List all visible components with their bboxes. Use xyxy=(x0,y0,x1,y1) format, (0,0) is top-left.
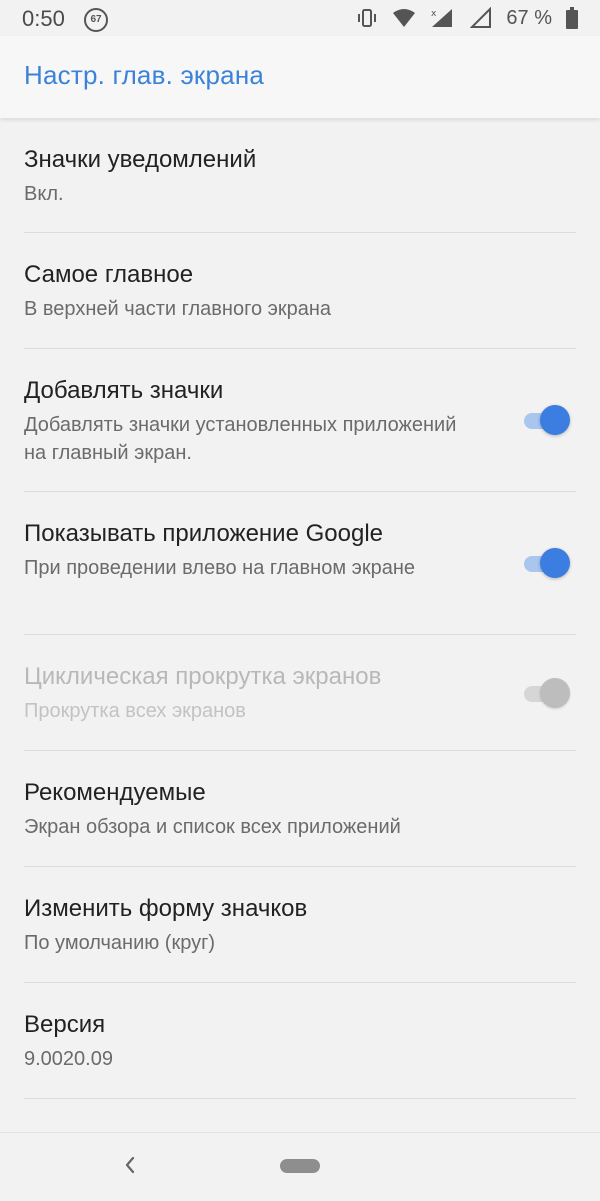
setting-title: Значки уведомлений xyxy=(24,146,257,173)
svg-text:x: x xyxy=(431,9,437,19)
setting-title: Изменить форму значков xyxy=(24,895,308,922)
back-icon[interactable] xyxy=(118,1153,142,1177)
vibrate-icon xyxy=(356,7,378,29)
setting-show-google-app[interactable]: Показывать приложение Google При проведе… xyxy=(0,492,600,635)
home-pill-icon[interactable] xyxy=(280,1159,320,1173)
setting-title: Циклическая прокрутка экранов xyxy=(24,663,382,690)
setting-add-icons[interactable]: Добавлять значки Добавлять значки устано… xyxy=(0,349,600,492)
setting-summary: Вкл. xyxy=(24,183,64,205)
navigation-bar xyxy=(0,1132,600,1201)
setting-icon-shape[interactable]: Изменить форму значков По умолчанию (кру… xyxy=(0,867,600,983)
page-title: Настр. глав. экрана xyxy=(24,60,265,90)
show-google-app-toggle[interactable] xyxy=(524,548,570,578)
add-icons-toggle[interactable] xyxy=(524,405,570,435)
signal-no-data-icon: x xyxy=(430,7,456,29)
settings-list: Значки уведомлений Вкл. Самое главное В … xyxy=(0,118,600,1099)
setting-suggestions[interactable]: Рекомендуемые Экран обзора и список всех… xyxy=(0,751,600,867)
setting-cyclic-scroll: Циклическая прокрутка экранов Прокрутка … xyxy=(0,635,600,751)
cyclic-scroll-toggle xyxy=(524,678,570,708)
wifi-icon xyxy=(392,8,416,28)
setting-at-a-glance[interactable]: Самое главное В верхней части главного э… xyxy=(0,233,600,349)
toggle-thumb xyxy=(540,405,570,435)
signal-empty-icon xyxy=(470,7,492,29)
divider xyxy=(24,1098,576,1099)
setting-summary: Добавлять значки установленных приложени… xyxy=(24,414,457,464)
toggle-thumb xyxy=(540,548,570,578)
setting-title: Показывать приложение Google xyxy=(24,520,383,547)
setting-title: Рекомендуемые xyxy=(24,779,206,806)
toggle-thumb xyxy=(540,678,570,708)
setting-notification-dots[interactable]: Значки уведомлений Вкл. xyxy=(0,118,600,233)
battery-icon xyxy=(566,7,578,29)
status-bar: 0:50 67 x 67 % xyxy=(0,0,600,36)
setting-summary: По умолчанию (круг) xyxy=(24,932,216,954)
setting-summary: 9.0020.09 xyxy=(24,1048,113,1070)
app-bar: Настр. глав. экрана xyxy=(0,36,600,118)
setting-version: Версия 9.0020.09 xyxy=(0,983,600,1099)
setting-title: Самое главное xyxy=(24,261,194,288)
setting-summary: В верхней части главного экрана xyxy=(24,298,331,320)
setting-title: Добавлять значки xyxy=(24,377,224,404)
setting-summary: Экран обзора и список всех приложений xyxy=(24,816,401,838)
setting-title: Версия xyxy=(24,1011,106,1038)
setting-summary: При проведении влево на главном экране xyxy=(24,557,416,579)
status-icons: x 67 % xyxy=(356,6,578,30)
notification-badge-icon: 67 xyxy=(84,8,108,32)
battery-percent: 67 % xyxy=(506,6,552,29)
setting-summary: Прокрутка всех экранов xyxy=(24,700,246,722)
status-time: 0:50 xyxy=(22,6,65,31)
